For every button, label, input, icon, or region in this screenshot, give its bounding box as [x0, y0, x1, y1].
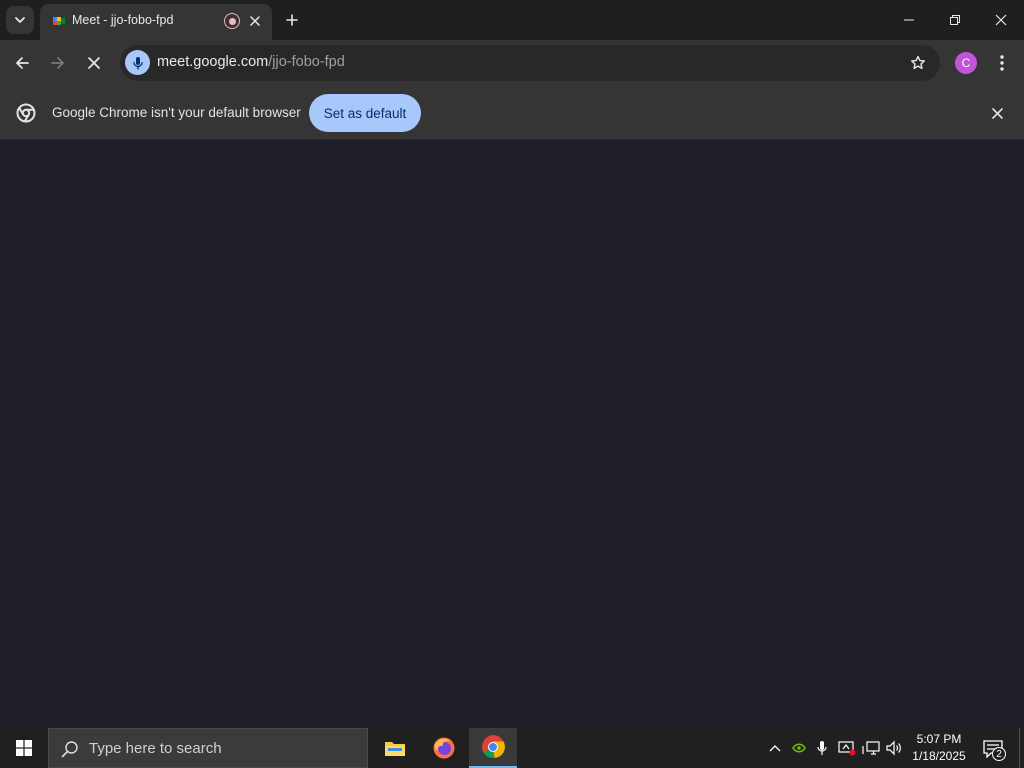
microphone-icon: [132, 56, 143, 70]
set-as-default-button[interactable]: Set as default: [309, 94, 421, 132]
microphone-permission-button[interactable]: [125, 50, 150, 75]
minimize-button[interactable]: [886, 0, 932, 40]
taskbar-firefox[interactable]: [420, 728, 468, 768]
volume-icon: [886, 740, 901, 756]
clock-date: 1/18/2025: [912, 749, 966, 763]
url-path: /jjo-fobo-fpd: [268, 54, 345, 70]
restore-icon: [950, 15, 960, 25]
arrow-left-icon: [16, 57, 29, 69]
arrow-right-icon: [51, 57, 64, 69]
page-content: [0, 140, 1024, 728]
tab-meet[interactable]: Meet - jjo-fobo-fpd: [40, 4, 272, 40]
new-tab-button[interactable]: [280, 8, 304, 32]
microphone-icon: [817, 741, 827, 755]
chrome-icon: [482, 735, 505, 758]
back-button[interactable]: [8, 49, 36, 77]
infobar-message: Google Chrome isn't your default browser: [52, 105, 301, 120]
chevron-down-icon: [15, 17, 25, 23]
plus-icon: [286, 14, 298, 26]
stop-loading-button[interactable]: [80, 49, 108, 77]
action-center-button[interactable]: 2: [978, 736, 1008, 762]
file-explorer-icon: [385, 742, 405, 756]
close-icon: [995, 14, 1007, 26]
notification-count-badge: 2: [992, 747, 1006, 761]
record-dot: [228, 17, 236, 25]
google-meet-icon: [53, 17, 65, 25]
windows-logo-icon: [16, 740, 32, 756]
nvidia-icon: [792, 743, 806, 753]
nvidia-tray-icon[interactable]: [789, 738, 809, 758]
window-close-button[interactable]: [978, 0, 1024, 40]
monitor-alert-icon: [838, 741, 856, 756]
tab-search-button[interactable]: [6, 6, 34, 34]
show-hidden-icons-button[interactable]: [765, 738, 785, 758]
infobar-close-button[interactable]: [987, 103, 1007, 123]
url-host: meet.google.com: [157, 54, 269, 70]
restore-button[interactable]: [932, 0, 978, 40]
chrome-logo-icon: [16, 103, 36, 123]
close-icon: [991, 107, 1003, 119]
close-icon: [250, 16, 260, 26]
firefox-icon: [433, 737, 455, 759]
taskbar-search-placeholder: Type here to search: [89, 740, 222, 757]
default-browser-infobar: Google Chrome isn't your default browser…: [0, 86, 1024, 140]
volume-tray-icon[interactable]: [884, 738, 904, 758]
profile-avatar[interactable]: C: [955, 52, 977, 74]
chevron-up-icon: [769, 745, 781, 752]
browser-toolbar: meet.google.com/jjo-fobo-fpd C: [0, 40, 1024, 86]
show-desktop-button[interactable]: [1019, 728, 1024, 768]
tab-title: Meet - jjo-fobo-fpd: [72, 13, 174, 27]
title-bar: Meet - jjo-fobo-fpd: [0, 0, 1024, 40]
tab-close-button[interactable]: [246, 12, 264, 30]
start-button[interactable]: [0, 728, 48, 768]
bookmark-button[interactable]: [908, 53, 928, 73]
taskbar-chrome[interactable]: [469, 728, 517, 768]
forward-button[interactable]: [44, 49, 72, 77]
chrome-menu-button[interactable]: [990, 50, 1014, 76]
update-tray-icon[interactable]: [837, 738, 857, 758]
search-icon: [61, 741, 78, 758]
taskbar-search-box[interactable]: Type here to search: [48, 728, 368, 768]
address-bar[interactable]: meet.google.com/jjo-fobo-fpd: [120, 45, 940, 81]
network-icon: [862, 741, 880, 755]
taskbar-file-explorer[interactable]: [371, 728, 419, 768]
close-icon: [88, 57, 100, 69]
microphone-tray-icon[interactable]: [812, 738, 832, 758]
star-icon: [911, 55, 925, 70]
url-text[interactable]: meet.google.com/jjo-fobo-fpd: [157, 54, 345, 70]
more-vert-icon: [1000, 55, 1004, 71]
network-tray-icon[interactable]: [861, 738, 881, 758]
taskbar-clock[interactable]: 5:07 PM 1/18/2025: [906, 731, 972, 765]
clock-time: 5:07 PM: [916, 732, 962, 746]
windows-taskbar: Type here to search 5:07 PM 1/18/2025 2: [0, 728, 1024, 768]
record-icon: [224, 13, 240, 29]
minimize-icon: [904, 19, 914, 21]
